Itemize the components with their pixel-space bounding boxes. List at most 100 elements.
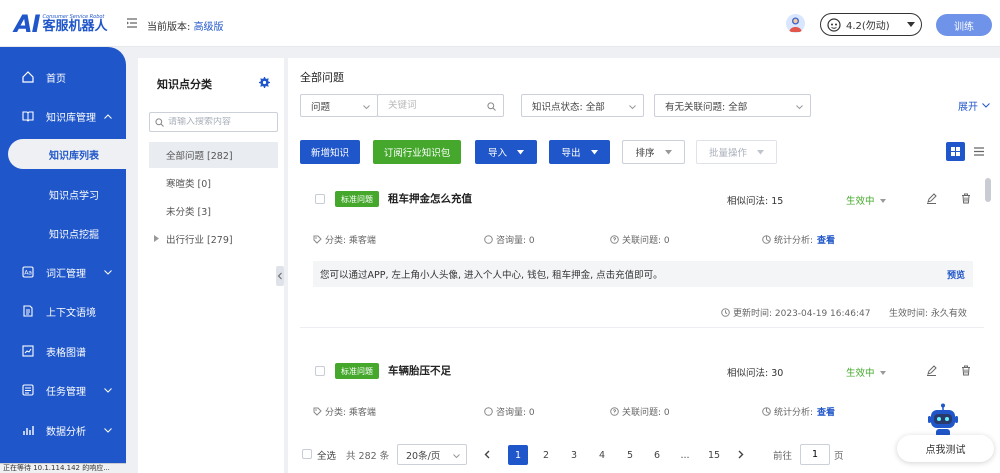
stats-view-link[interactable]: 查看 xyxy=(817,233,835,246)
list-view-toggle[interactable] xyxy=(969,142,988,161)
status-select[interactable]: 生效中 xyxy=(846,193,886,207)
question-type-select[interactable]: 问题 xyxy=(300,94,378,117)
stats-meta: 统计分析: 查看 xyxy=(762,233,835,246)
sort-label: 排序 xyxy=(635,148,655,159)
test-me-button[interactable]: 点我测试 xyxy=(897,435,994,462)
stats-meta: 统计分析: 查看 xyxy=(762,405,835,418)
goto-page-input[interactable] xyxy=(800,444,830,465)
page-ellipsis[interactable]: ... xyxy=(675,445,695,465)
relation-filter-select[interactable]: 有无关联问题: 全部 xyxy=(654,94,811,117)
sidebar-item-table-graph[interactable]: 表格图谱 xyxy=(0,334,126,368)
page-title: 全部问题 xyxy=(300,71,344,84)
select-all-label[interactable]: 全选 xyxy=(317,448,336,462)
delete-icon[interactable] xyxy=(961,365,971,379)
export-button[interactable]: 导出 xyxy=(549,140,610,164)
consult-text: 咨询量: 0 xyxy=(496,408,535,418)
sidebar-item-label: 数据分析 xyxy=(46,426,86,438)
sidebar-item-knowledge-mining[interactable]: 知识点挖掘 xyxy=(0,218,126,248)
edit-icon[interactable] xyxy=(926,365,937,379)
page-size-select[interactable]: 20条/页 xyxy=(397,444,467,465)
search-icon[interactable] xyxy=(487,102,496,114)
sidebar-item-vocabulary[interactable]: Aa 词汇管理 xyxy=(0,255,126,289)
sidebar-item-knowledge-learning[interactable]: 知识点学习 xyxy=(0,179,126,209)
menu-toggle-icon[interactable] xyxy=(126,17,138,29)
expand-label: 展开 xyxy=(958,102,978,113)
version-value: 高级版 xyxy=(193,22,224,33)
question-title[interactable]: 租车押金怎么充值 xyxy=(388,191,472,206)
category-item-label: 全部问题 [282] xyxy=(166,151,233,162)
panel-collapse-handle[interactable] xyxy=(276,266,284,286)
sidebar-item-knowledge-list[interactable]: 知识库列表 xyxy=(8,139,126,169)
category-search[interactable] xyxy=(149,112,278,132)
version-label: 当前版本: xyxy=(147,22,191,33)
preview-link[interactable]: 预览 xyxy=(947,268,965,281)
sidebar-item-label: 知识库列表 xyxy=(49,150,99,162)
card-checkbox[interactable] xyxy=(315,366,325,376)
caret-right-icon[interactable] xyxy=(154,234,159,245)
engine-version-select[interactable]: 4.2(勿动) xyxy=(820,13,922,36)
logo[interactable]: AI Consumer Service Robot 客服机器人 xyxy=(14,10,108,38)
prev-page-icon[interactable] xyxy=(484,450,490,462)
page-5[interactable]: 5 xyxy=(620,445,640,465)
sidebar-item-task-management[interactable]: 任务管理 xyxy=(0,373,126,407)
stats-view-link[interactable]: 查看 xyxy=(817,405,835,418)
add-knowledge-button[interactable]: 新增知识 xyxy=(300,140,360,164)
grid-view-toggle[interactable] xyxy=(946,142,965,161)
train-button[interactable]: 训练 xyxy=(936,14,992,36)
sidebar-item-home[interactable]: 首页 xyxy=(0,60,126,94)
status-filter-select[interactable]: 知识点状态: 全部 xyxy=(521,94,644,117)
batch-operation-button[interactable]: 批量操作 xyxy=(696,140,777,164)
category-text: 分类: 乘客端 xyxy=(325,236,376,246)
category-item-greeting[interactable]: 寒暄类 [0] xyxy=(149,170,278,196)
relation-filter-value: 有无关联问题: 全部 xyxy=(665,101,748,113)
category-item-uncategorized[interactable]: 未分类 [3] xyxy=(149,198,278,224)
logo-text: 客服机器人 xyxy=(42,19,108,34)
card-checkbox[interactable] xyxy=(315,194,325,204)
page-1[interactable]: 1 xyxy=(508,445,528,465)
knowledge-card: 标准问题 租车押金怎么充值 相似问法: 15 生效中 分类: 乘客端 咨询量: … xyxy=(300,176,984,328)
category-item-travel[interactable]: 出行行业 [279] xyxy=(149,226,278,252)
question-circle-icon xyxy=(610,235,619,244)
page-6[interactable]: 6 xyxy=(647,445,667,465)
user-avatar[interactable] xyxy=(786,14,805,33)
chat-icon xyxy=(484,407,493,416)
next-page-icon[interactable] xyxy=(738,450,744,462)
grid-icon xyxy=(951,147,960,156)
sidebar-item-knowledge-management[interactable]: 知识库管理 xyxy=(0,99,126,133)
gear-icon[interactable] xyxy=(259,77,270,91)
answer-text: 您可以通过APP, 左上角小人头像, 进入个人中心, 钱包, 租车押金, 点击充… xyxy=(320,270,663,281)
edit-icon[interactable] xyxy=(926,193,937,207)
similar-count: 相似问法: 30 xyxy=(727,368,784,379)
category-search-input[interactable] xyxy=(168,117,268,127)
page-15[interactable]: 15 xyxy=(704,445,724,465)
sidebar: 首页 知识库管理 知识库列表 知识点学习 知识点挖掘 Aa 词汇管理 上下文语境… xyxy=(0,47,126,473)
robot-assistant-icon[interactable] xyxy=(925,403,961,439)
consult-meta: 咨询量: 0 xyxy=(484,233,535,246)
batch-label: 批量操作 xyxy=(708,148,747,159)
delete-icon[interactable] xyxy=(961,193,971,207)
similar-count: 相似问法: 15 xyxy=(727,196,784,207)
keyword-search[interactable] xyxy=(377,94,504,117)
chevron-down-icon xyxy=(629,102,636,113)
status-select[interactable]: 生效中 xyxy=(846,365,886,379)
page-4[interactable]: 4 xyxy=(592,445,612,465)
expand-filters-link[interactable]: 展开 xyxy=(958,98,990,113)
sidebar-item-label: 知识点挖掘 xyxy=(49,229,99,241)
sort-button[interactable]: 排序 xyxy=(622,140,685,164)
keyword-input[interactable] xyxy=(388,100,478,111)
page-3[interactable]: 3 xyxy=(564,445,584,465)
sidebar-item-context[interactable]: 上下文语境 xyxy=(0,294,126,328)
sidebar-item-data-analysis[interactable]: 数据分析 xyxy=(0,413,126,447)
sidebar-item-label: 上下文语境 xyxy=(46,307,96,319)
subscribe-industry-button[interactable]: 订阅行业知识包 xyxy=(373,140,461,164)
scrollbar[interactable] xyxy=(985,178,991,202)
top-bar: AI Consumer Service Robot 客服机器人 当前版本: 高级… xyxy=(0,0,1000,47)
question-title[interactable]: 车辆胎压不足 xyxy=(388,363,451,378)
task-icon xyxy=(22,384,34,396)
select-all-checkbox[interactable] xyxy=(302,449,312,459)
category-item-all[interactable]: 全部问题 [282] xyxy=(149,142,278,168)
tag-icon xyxy=(313,407,322,416)
import-button[interactable]: 导入 xyxy=(475,140,537,164)
page-2[interactable]: 2 xyxy=(536,445,556,465)
home-icon xyxy=(22,71,34,83)
